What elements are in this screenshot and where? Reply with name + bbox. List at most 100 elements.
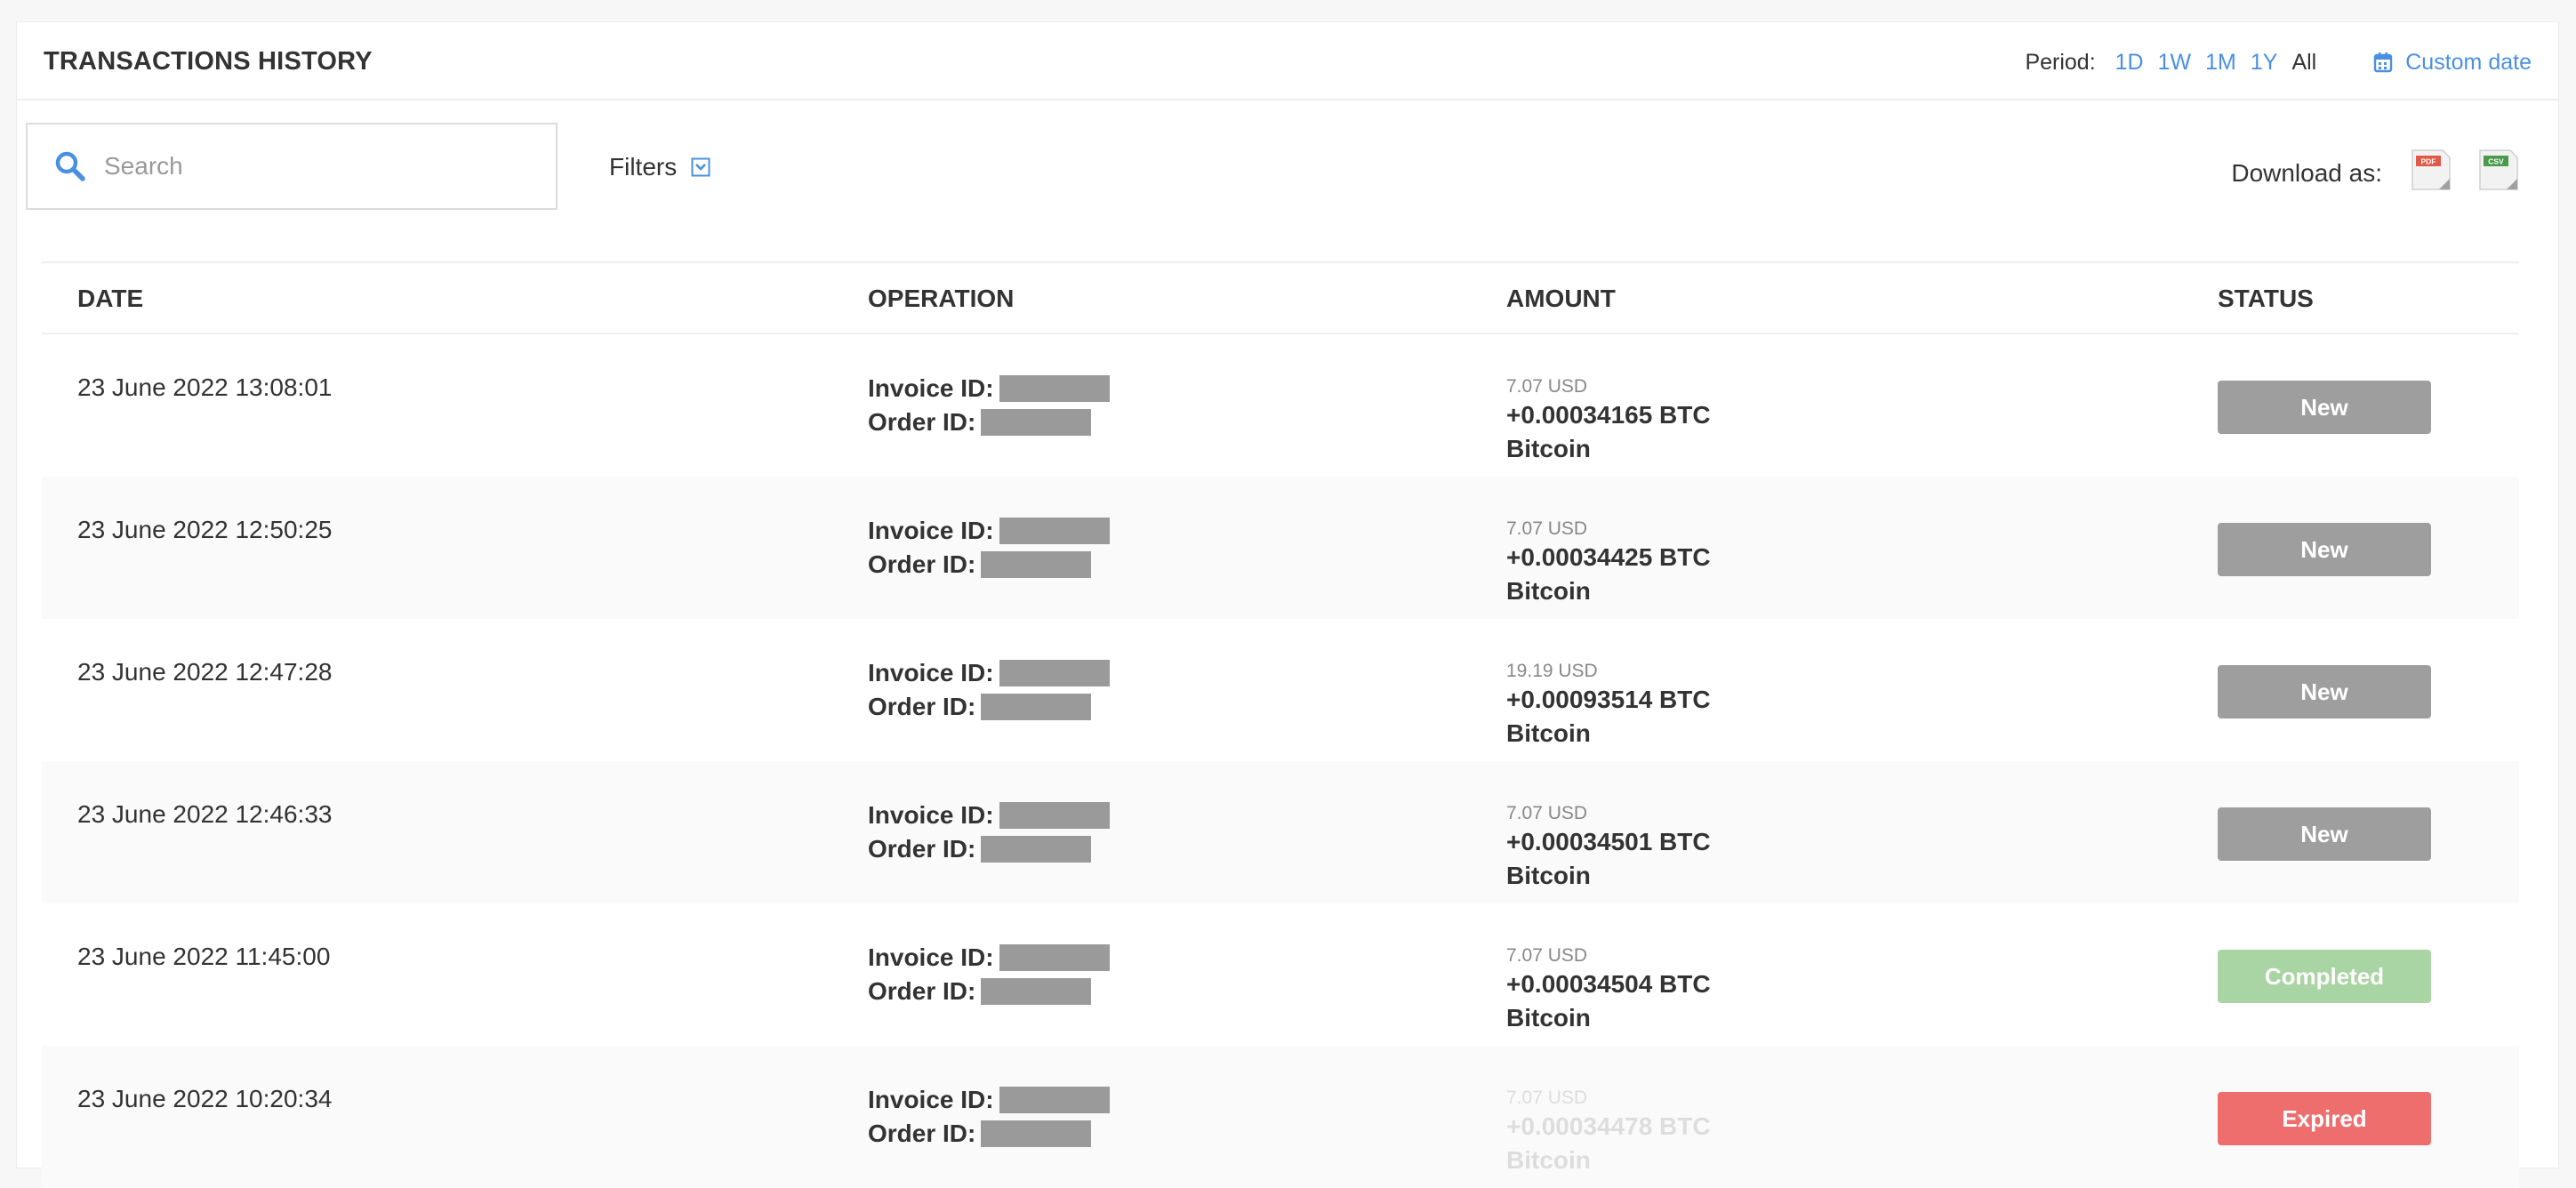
period-selector: Period: 1D 1W 1M 1Y All Custom date: [2025, 47, 2558, 77]
csv-file-icon[interactable]: CSV: [2475, 148, 2519, 198]
period-1m[interactable]: 1M: [2205, 50, 2236, 76]
amount-usd: 7.07 USD: [1506, 1088, 1588, 1108]
filters-label: Filters: [609, 153, 678, 181]
period-label: Period:: [2025, 49, 2096, 75]
amount-btc: +0.00034425 BTC: [1506, 543, 1711, 571]
download-label: Download as:: [2231, 158, 2382, 187]
row-date: 23 June 2022 12:50:25: [77, 516, 333, 543]
row-amount: 7.07 USD +0.00034478 BTC Bitcoin: [1506, 1087, 1711, 1177]
row-operation: Invoice ID: Order ID:: [868, 514, 1110, 582]
redacted-invoice-id: [999, 1087, 1110, 1113]
amount-usd: 7.07 USD: [1506, 376, 1588, 397]
order-id-label: Order ID:: [868, 550, 976, 578]
row-date: 23 June 2022 12:46:33: [77, 800, 333, 828]
invoice-id-label: Invoice ID:: [868, 517, 994, 544]
amount-currency: Bitcoin: [1506, 1146, 1591, 1174]
row-amount: 7.07 USD +0.00034501 BTC Bitcoin: [1506, 802, 1711, 893]
amount-usd: 19.19 USD: [1506, 661, 1598, 681]
row-amount: 7.07 USD +0.00034425 BTC Bitcoin: [1506, 518, 1711, 608]
chevron-down-icon: [691, 157, 710, 177]
table-row[interactable]: 23 June 2022 12:50:25 Invoice ID: Order …: [42, 477, 2519, 619]
invoice-id-label: Invoice ID:: [868, 374, 994, 402]
amount-usd: 7.07 USD: [1506, 803, 1588, 823]
redacted-order-id: [981, 978, 1092, 1005]
status-badge[interactable]: Completed: [2218, 950, 2431, 1003]
row-operation: Invoice ID: Order ID:: [868, 1083, 1110, 1151]
amount-btc: +0.00093514 BTC: [1506, 686, 1711, 713]
period-all[interactable]: All: [2291, 50, 2316, 76]
status-badge[interactable]: New: [2218, 807, 2431, 861]
page-title: TRANSACTIONS HISTORY: [44, 47, 373, 76]
column-header-operation[interactable]: OPERATION: [868, 285, 1014, 313]
row-operation: Invoice ID: Order ID:: [868, 372, 1110, 439]
redacted-invoice-id: [999, 660, 1110, 686]
invoice-id-label: Invoice ID:: [868, 1086, 994, 1113]
filters-toggle[interactable]: Filters: [609, 153, 710, 181]
amount-btc: +0.00034165 BTC: [1506, 401, 1711, 429]
column-header-status[interactable]: STATUS: [2218, 285, 2314, 313]
redacted-order-id: [981, 694, 1092, 720]
row-date: 23 June 2022 11:45:00: [77, 943, 331, 970]
redacted-invoice-id: [999, 518, 1110, 544]
row-amount: 7.07 USD +0.00034504 BTC Bitcoin: [1506, 944, 1711, 1035]
redacted-invoice-id: [999, 802, 1110, 829]
table-row[interactable]: 23 June 2022 12:47:28 Invoice ID: Order …: [42, 619, 2519, 761]
custom-date-label: Custom date: [2405, 49, 2532, 75]
status-badge[interactable]: New: [2218, 523, 2431, 576]
period-1y[interactable]: 1Y: [2251, 50, 2278, 76]
invoice-id-label: Invoice ID:: [868, 659, 994, 686]
amount-currency: Bitcoin: [1506, 862, 1591, 889]
search-icon: [55, 151, 85, 181]
amount-currency: Bitcoin: [1506, 577, 1591, 605]
order-id-label: Order ID:: [868, 693, 976, 720]
row-date: 23 June 2022 13:08:01: [77, 373, 333, 401]
order-id-label: Order ID:: [868, 1120, 976, 1147]
redacted-invoice-id: [999, 944, 1110, 971]
table-row[interactable]: 23 June 2022 10:20:34 Invoice ID: Order …: [42, 1046, 2519, 1188]
redacted-order-id: [981, 409, 1092, 436]
redacted-order-id: [981, 1120, 1092, 1147]
table-row[interactable]: 23 June 2022 11:45:00 Invoice ID: Order …: [42, 903, 2519, 1046]
row-operation: Invoice ID: Order ID:: [868, 799, 1110, 866]
row-operation: Invoice ID: Order ID:: [868, 656, 1110, 724]
amount-usd: 7.07 USD: [1506, 945, 1588, 966]
status-badge[interactable]: New: [2218, 665, 2431, 718]
status-badge[interactable]: New: [2218, 381, 2431, 434]
amount-btc: +0.00034478 BTC: [1506, 1112, 1711, 1140]
pdf-format-label: PDF: [2421, 157, 2436, 166]
row-date: 23 June 2022 10:20:34: [77, 1085, 333, 1112]
column-header-date[interactable]: DATE: [77, 285, 143, 313]
order-id-label: Order ID:: [868, 835, 976, 863]
search-input[interactable]: [102, 151, 533, 181]
invoice-id-label: Invoice ID:: [868, 943, 994, 971]
column-header-amount[interactable]: AMOUNT: [1506, 285, 1616, 313]
table-row[interactable]: 23 June 2022 13:08:01 Invoice ID: Order …: [42, 334, 2519, 477]
download-options: Download as: PDF CSV: [2231, 148, 2519, 198]
amount-currency: Bitcoin: [1506, 1004, 1591, 1031]
calendar-icon: [2374, 52, 2393, 73]
amount-btc: +0.00034501 BTC: [1506, 828, 1711, 855]
redacted-invoice-id: [999, 375, 1110, 402]
csv-format-label: CSV: [2488, 157, 2504, 166]
amount-currency: Bitcoin: [1506, 435, 1591, 462]
row-amount: 7.07 USD +0.00034165 BTC Bitcoin: [1506, 375, 1711, 466]
status-badge[interactable]: Expired: [2218, 1092, 2431, 1145]
amount-currency: Bitcoin: [1506, 719, 1591, 747]
invoice-id-label: Invoice ID:: [868, 801, 994, 829]
custom-date-button[interactable]: Custom date: [2373, 50, 2532, 76]
redacted-order-id: [981, 551, 1092, 578]
transactions-table: DATE OPERATION AMOUNT STATUS 23 June 202…: [42, 261, 2519, 1188]
table-row[interactable]: 23 June 2022 12:46:33 Invoice ID: Order …: [42, 761, 2519, 903]
order-id-label: Order ID:: [868, 408, 976, 436]
order-id-label: Order ID:: [868, 977, 976, 1005]
row-operation: Invoice ID: Order ID:: [868, 941, 1110, 1008]
search-box: [26, 123, 558, 210]
period-1w[interactable]: 1W: [2158, 50, 2192, 76]
period-1d[interactable]: 1D: [2115, 50, 2144, 76]
pdf-file-icon[interactable]: PDF: [2407, 148, 2452, 198]
table-header: DATE OPERATION AMOUNT STATUS: [42, 261, 2519, 334]
amount-btc: +0.00034504 BTC: [1506, 970, 1711, 998]
row-amount: 19.19 USD +0.00093514 BTC Bitcoin: [1506, 660, 1711, 751]
amount-usd: 7.07 USD: [1506, 518, 1588, 539]
row-date: 23 June 2022 12:47:28: [77, 658, 333, 686]
